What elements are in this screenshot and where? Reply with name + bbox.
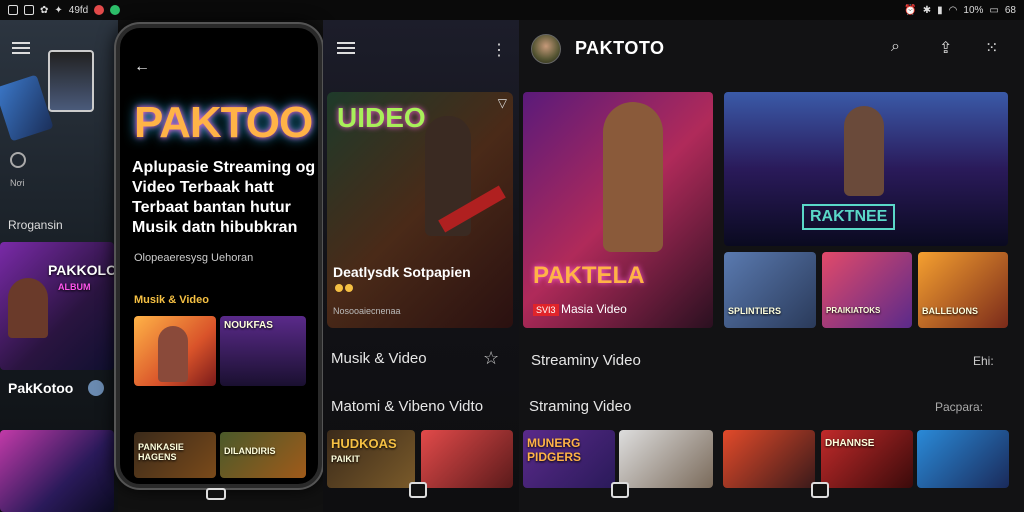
thumb-title: BALLEUONS: [922, 306, 978, 316]
featured-thumbnail[interactable]: PAKKOLO ALBUM: [0, 242, 114, 370]
thumb-subtitle: PAIKIT: [331, 454, 360, 464]
tablet-device-image: [0, 74, 54, 142]
status-left-text: 49fd: [68, 4, 89, 16]
menu-icon[interactable]: [337, 42, 355, 54]
app-subtitle: Olopeaeresysg Uehoran: [134, 252, 254, 264]
bluetooth-status-icon: ✱: [922, 4, 932, 16]
video-thumbnail-2[interactable]: NOUKFAS: [220, 316, 306, 386]
navigation-key-icon[interactable]: [409, 482, 427, 498]
mini-thumbnail-1[interactable]: SPLINTIERS: [724, 252, 816, 328]
online-dot-icon: [110, 5, 121, 15]
phone-mockup: ← PAKTOO Aplupasie Streaming og Video Te…: [116, 24, 322, 488]
video-thumbnail-10[interactable]: DHANNSE: [821, 430, 913, 488]
video-thumbnail-8[interactable]: [619, 430, 713, 488]
video-thumbnail-11[interactable]: [917, 430, 1009, 488]
phone-device-image: [48, 50, 94, 112]
artist-figure: [8, 278, 48, 338]
video-thumbnail-5[interactable]: HUDKOAS PAIKIT: [327, 430, 415, 488]
settings-icon: ✿: [40, 4, 49, 16]
record-dot-icon: [94, 5, 105, 15]
grid-menu-icon[interactable]: ⁙: [985, 38, 998, 58]
artist-figure: [158, 326, 188, 382]
share-icon[interactable]: ⇪: [939, 38, 952, 58]
navigation-key-icon[interactable]: [611, 482, 629, 498]
dropdown-icon[interactable]: ▽: [498, 96, 507, 110]
performer-figure: [844, 106, 884, 196]
signal-icon: ▮: [937, 4, 943, 16]
video-thumbnail-6[interactable]: [421, 430, 513, 488]
battery-percent: 10%: [963, 4, 984, 16]
thumb-title: MUNERG PIDGERS: [527, 436, 582, 464]
home-button-icon[interactable]: [206, 488, 226, 500]
app-tagline: Aplupasie Streaming og Video Terbaak hat…: [132, 159, 316, 236]
app-brand-name: PAKTOTO: [575, 38, 665, 58]
left-screen-panel: Nơi Rrogansin PAKKOLO ALBUM PakKotoo: [0, 20, 118, 512]
thumb-title: NOUKFAS: [224, 320, 273, 331]
section-action-2[interactable]: Pacpara:: [935, 400, 983, 414]
mini-thumbnail-3[interactable]: BALLEUONS: [918, 252, 1008, 328]
rating-icon: [335, 284, 343, 292]
thumb-title: PAKKOLO: [48, 262, 114, 278]
thumb-title: PRAIKIATOKS: [826, 306, 881, 315]
channel-avatar[interactable]: [88, 380, 104, 396]
message-icon: [24, 5, 34, 15]
video-thumbnail-3[interactable]: PANKASIE HAGENS: [134, 432, 216, 478]
video-thumbnail-7[interactable]: MUNERG PIDGERS: [523, 430, 615, 488]
video-thumbnail-9[interactable]: [723, 430, 815, 488]
thumb-title: DILANDIRIS: [224, 446, 276, 456]
battery-icon: ▭: [989, 4, 999, 16]
singer-figure: [603, 102, 663, 252]
alarm-icon: ⏰: [904, 4, 917, 16]
hero-caption: Masia Video: [561, 302, 627, 316]
section-action-1[interactable]: Ehi:: [973, 354, 994, 368]
hero-title: UIDEO: [337, 102, 426, 133]
user-avatar[interactable]: [531, 34, 561, 64]
profile-icon[interactable]: [10, 152, 26, 168]
thumb-title: SPLINTIERS: [728, 306, 782, 316]
video-thumbnail-1[interactable]: [134, 316, 216, 386]
section-title-matomi[interactable]: Matomi & Vibeno Vidto: [331, 398, 483, 415]
section-title-straming[interactable]: Straming Video: [529, 398, 631, 415]
notification-icon: [8, 5, 18, 15]
featured-video-card[interactable]: PAKTELA SVI3 Masia Video: [523, 92, 713, 328]
thumb-title: PANKASIE HAGENS: [138, 442, 184, 462]
bluetooth-icon: ✦: [54, 4, 63, 16]
hero-subtext: Nosooaiecnenaa: [333, 306, 401, 316]
more-options-icon[interactable]: ⋮: [491, 40, 507, 60]
video-thumbnail-4[interactable]: DILANDIRIS: [220, 432, 306, 478]
hero-logo: PAKTELA: [533, 262, 645, 289]
back-arrow-icon[interactable]: ←: [134, 58, 150, 76]
status-right-text: 68: [1004, 4, 1016, 16]
section-label: Rrogansin: [8, 218, 63, 232]
navigation-key-icon[interactable]: [811, 482, 829, 498]
hero-caption: Deatlysdk Sotpapien: [333, 264, 471, 280]
bottom-thumbnail[interactable]: [0, 430, 114, 512]
small-label: Nơi: [10, 178, 25, 188]
right-screen-panel: PAKTOTO ⌕ ⇪ ⁙ PAKTELA SVI3 Masia Video R…: [519, 20, 1024, 512]
app-logo: PAKTOO: [134, 98, 313, 147]
rating-icon: [345, 284, 353, 292]
phone-notch: [176, 32, 266, 50]
menu-icon[interactable]: [12, 42, 30, 54]
status-bar: ✿ ✦ 49fd ⏰ ✱ ▮ ◠ 10% ▭ 68: [0, 0, 1024, 20]
thumb-subtitle: ALBUM: [58, 282, 91, 292]
wifi-icon: ◠: [948, 4, 958, 16]
favorite-star-icon[interactable]: ☆: [483, 348, 499, 369]
section-title-music[interactable]: Musik & Video: [331, 350, 427, 367]
search-icon[interactable]: ⌕: [891, 38, 900, 56]
concert-banner: RAKTNEE: [802, 204, 896, 230]
thumb-title: HUDKOAS: [331, 436, 397, 451]
hero-badge: SVI3: [533, 304, 559, 316]
section-title-streaming[interactable]: Streaminy Video: [531, 352, 641, 369]
middle-screen-panel: ⋮ UIDEO ▽ Deatlysdk Sotpapien Nosooaiecn…: [323, 20, 519, 512]
section-heading: Musik & Video: [134, 294, 209, 306]
channel-name[interactable]: PakKotoo: [8, 380, 73, 396]
thumb-title: DHANNSE: [825, 438, 875, 449]
mini-thumbnail-2[interactable]: PRAIKIATOKS: [822, 252, 912, 328]
featured-video-card[interactable]: UIDEO ▽ Deatlysdk Sotpapien Nosooaiecnen…: [327, 92, 513, 328]
concert-video-card[interactable]: RAKTNEE: [724, 92, 1008, 246]
